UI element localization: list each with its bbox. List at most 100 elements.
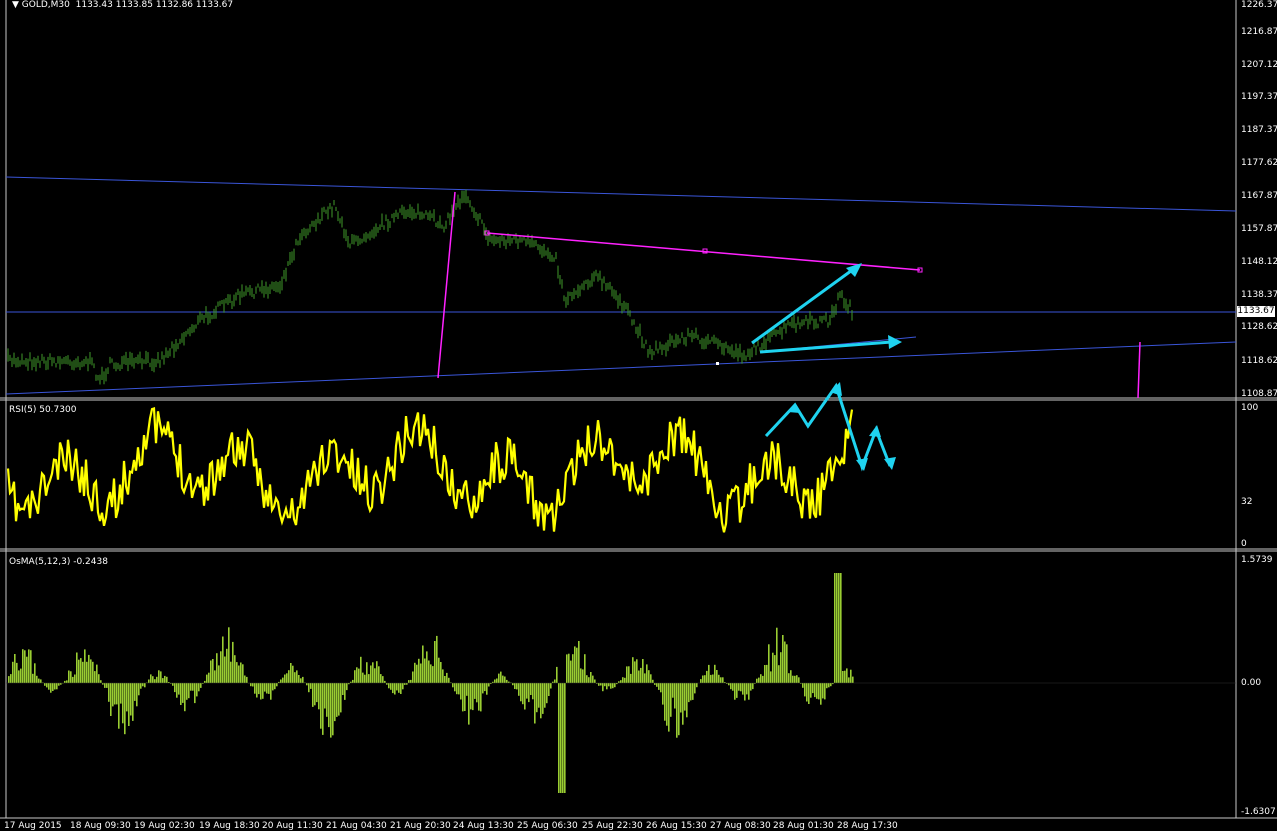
- osma-bar: [648, 670, 650, 683]
- osma-bar: [342, 683, 344, 695]
- osma-bar: [534, 683, 536, 724]
- osma-bar: [466, 683, 468, 696]
- dropdown-arrow-icon[interactable]: ▼: [12, 0, 19, 10]
- osma-bar: [718, 675, 720, 683]
- osma-bar: [654, 683, 656, 685]
- osma-bar: [604, 683, 606, 686]
- osma-bar: [164, 676, 166, 683]
- osma-bar: [376, 661, 378, 683]
- osma-bar: [40, 679, 42, 683]
- osma-bar: [804, 683, 806, 696]
- osma-bar: [68, 671, 70, 684]
- osma-bar: [120, 683, 122, 704]
- osma-bar: [188, 683, 190, 698]
- osma-bar: [414, 663, 416, 683]
- osma-bar: [838, 573, 840, 683]
- osma-bar: [300, 678, 302, 683]
- osma-bar: [370, 666, 372, 684]
- osma-bar: [446, 673, 448, 683]
- osma-bar: [48, 683, 50, 690]
- osma-bar: [646, 664, 648, 683]
- osma-bar: [52, 683, 54, 691]
- osma-bar: [594, 680, 596, 684]
- osma-bar: [294, 672, 296, 683]
- osma-bar: [426, 651, 428, 683]
- osma-bar: [750, 683, 752, 691]
- osma-bar: [336, 683, 338, 717]
- osma-bar: [88, 655, 90, 683]
- osma-bar: [844, 671, 846, 683]
- osma-bar: [140, 683, 142, 689]
- osma-bar: [398, 683, 400, 693]
- osma-bar: [578, 641, 580, 683]
- osma-bar: [60, 683, 62, 685]
- osma-bar: [436, 636, 438, 683]
- osma-bar: [14, 654, 16, 683]
- osma-bar: [514, 683, 516, 689]
- osma-bar: [692, 683, 694, 700]
- osma-bar: [778, 665, 780, 683]
- osma-bar: [842, 671, 844, 683]
- osma-bar: [66, 680, 68, 683]
- osma-bar: [338, 683, 340, 716]
- osma-bar: [434, 641, 436, 683]
- osma-bar: [72, 677, 74, 683]
- osma-bar: [180, 683, 182, 705]
- osma-bar: [160, 671, 162, 683]
- osma-bar: [222, 637, 224, 684]
- osma-bar: [12, 662, 14, 683]
- osma-bar: [662, 683, 664, 705]
- osma-bar: [502, 676, 504, 683]
- osma-bar: [176, 683, 178, 698]
- marker-point: [716, 362, 719, 365]
- osma-bar: [218, 665, 220, 683]
- osma-bar: [686, 683, 688, 717]
- osma-bar: [404, 683, 406, 685]
- osma-bar: [704, 675, 706, 683]
- osma-label: OsMA(5,12,3) -0.2438: [9, 557, 108, 567]
- osma-bar: [464, 683, 466, 711]
- osma-bar: [794, 676, 796, 683]
- osma-bar: [786, 644, 788, 683]
- osma-bar: [212, 659, 214, 683]
- osma-bar: [328, 683, 330, 727]
- osma-bar: [204, 681, 206, 683]
- osma-bar: [232, 642, 234, 683]
- chart-canvas[interactable]: [0, 0, 1277, 830]
- osma-bar: [622, 677, 624, 683]
- osma-bar: [560, 683, 562, 793]
- osma-bar: [740, 683, 742, 691]
- osma-bar: [756, 679, 758, 683]
- osma-bar: [178, 683, 180, 695]
- osma-bar: [694, 683, 696, 693]
- osma-bar: [284, 675, 286, 684]
- osma-bar: [366, 662, 368, 683]
- current-price-box: 1133.67: [1237, 306, 1275, 317]
- osma-bar: [90, 659, 92, 683]
- osma-bar: [326, 683, 328, 717]
- osma-bar: [852, 677, 854, 683]
- osma-bar: [26, 657, 28, 683]
- osma-bar: [538, 683, 540, 708]
- osma-bar: [674, 683, 676, 709]
- osma-bar: [386, 683, 388, 685]
- osma-bar: [144, 683, 146, 687]
- osma-bar: [420, 664, 422, 684]
- osma-bar: [220, 651, 222, 683]
- price-tick-label: 1167.87: [1241, 191, 1277, 201]
- osma-bar: [288, 670, 290, 683]
- osma-bar: [322, 683, 324, 735]
- osma-bar: [524, 683, 526, 710]
- osma-bar: [18, 670, 20, 683]
- osma-bar: [70, 671, 72, 683]
- osma-bar: [352, 680, 354, 683]
- osma-bar: [124, 683, 126, 734]
- osma-bar: [148, 680, 150, 684]
- osma-bar: [530, 683, 532, 695]
- osma-bar: [670, 683, 672, 717]
- osma-bar: [214, 670, 216, 683]
- osma-bar: [116, 683, 118, 704]
- osma-bar: [708, 665, 710, 683]
- osma-bar: [74, 675, 76, 684]
- osma-bar: [132, 683, 134, 721]
